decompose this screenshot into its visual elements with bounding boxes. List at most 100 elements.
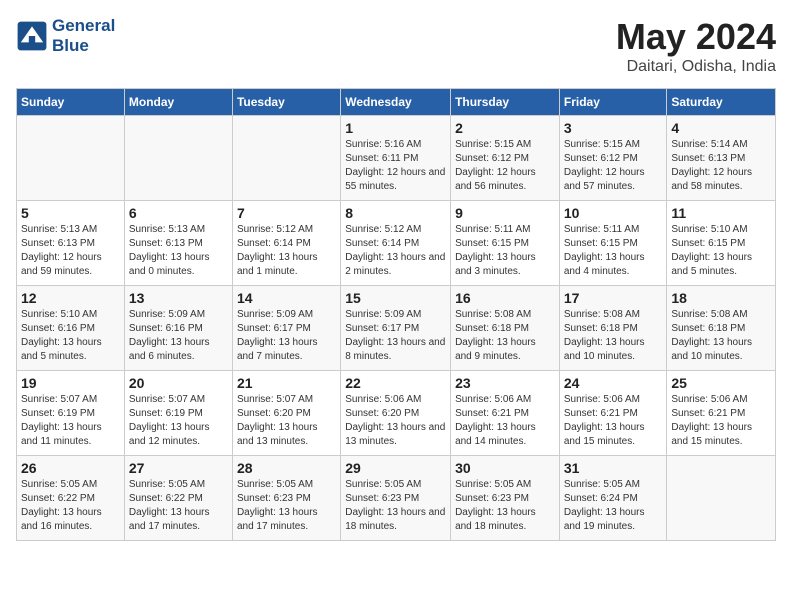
calendar-cell: 27Sunrise: 5:05 AM Sunset: 6:22 PM Dayli… (124, 456, 232, 541)
calendar-cell: 18Sunrise: 5:08 AM Sunset: 6:18 PM Dayli… (667, 286, 776, 371)
calendar-cell: 14 Sunrise: 5:09 AM Sunset: 6:17 PM Dayli… (232, 286, 340, 371)
calendar-cell: 20Sunrise: 5:07 AM Sunset: 6:19 PM Dayli… (124, 371, 232, 456)
calendar-cell: 2 Sunrise: 5:15 AM Sunset: 6:12 PM Daylig… (451, 116, 560, 201)
calendar-cell: 25 Sunrise: 5:06 AM Sunset: 6:21 PM Dayli… (667, 371, 776, 456)
calendar-cell: 9 Sunrise: 5:11 AM Sunset: 6:15 PM Daylig… (451, 201, 560, 286)
day-number: 3 (564, 120, 663, 136)
day-number: 31 (564, 460, 663, 476)
day-number: 9 (455, 205, 555, 221)
calendar-cell: 10 Sunrise: 5:11 AM Sunset: 6:15 PM Dayli… (559, 201, 667, 286)
day-info: Sunrise: 5:07 AM Sunset: 6:20 PM Dayligh… (237, 393, 336, 449)
calendar-cell: 28 Sunrise: 5:05 AM Sunset: 6:23 PM Dayli… (232, 456, 340, 541)
day-number: 25 (671, 375, 771, 391)
day-info: Sunrise: 5:06 AM Sunset: 6:21 PM Dayligh… (455, 393, 555, 449)
calendar-cell: 4 Sunrise: 5:14 AM Sunset: 6:13 PM Daylig… (667, 116, 776, 201)
calendar-cell (667, 456, 776, 541)
calendar-cell: 19Sunrise: 5:07 AM Sunset: 6:19 PM Dayli… (17, 371, 125, 456)
day-info: Sunrise: 5:12 AM Sunset: 6:14 PM Dayligh… (237, 223, 336, 279)
day-number: 10 (564, 205, 663, 221)
day-info: Sunrise: 5:11 AM Sunset: 6:15 PM Dayligh… (455, 223, 555, 279)
weekday-header: Tuesday (232, 89, 340, 116)
day-number: 28 (237, 460, 336, 476)
day-number: 15 (345, 290, 446, 306)
calendar-table: SundayMondayTuesdayWednesdayThursdayFrid… (16, 88, 776, 541)
day-info: Sunrise: 5:05 AM Sunset: 6:24 PM Dayligh… (564, 478, 663, 534)
calendar-cell: 15 Sunrise: 5:09 AM Sunset: 6:17 PM Dayli… (341, 286, 451, 371)
day-info: Sunrise: 5:11 AM Sunset: 6:15 PM Dayligh… (564, 223, 663, 279)
day-info: Sunrise: 5:05 AM Sunset: 6:22 PM Dayligh… (21, 478, 120, 534)
day-number: 7 (237, 205, 336, 221)
weekday-header: Sunday (17, 89, 125, 116)
day-number: 14 (237, 290, 336, 306)
day-number: 17 (564, 290, 663, 306)
day-number: 27 (129, 460, 228, 476)
day-info: Sunrise: 5:09 AM Sunset: 6:17 PM Dayligh… (237, 308, 336, 364)
day-info: Sunrise: 5:05 AM Sunset: 6:23 PM Dayligh… (345, 478, 446, 534)
day-info: Sunrise: 5:06 AM Sunset: 6:20 PM Dayligh… (345, 393, 446, 449)
calendar-cell: 30Sunrise: 5:05 AM Sunset: 6:23 PM Dayli… (451, 456, 560, 541)
day-number: 29 (345, 460, 446, 476)
day-info: Sunrise: 5:16 AM Sunset: 6:11 PM Dayligh… (345, 138, 446, 194)
location: Daitari, Odisha, India (616, 58, 776, 76)
calendar-cell (17, 116, 125, 201)
day-number: 30 (455, 460, 555, 476)
day-number: 12 (21, 290, 120, 306)
day-number: 23 (455, 375, 555, 391)
calendar-cell: 1 Sunrise: 5:16 AM Sunset: 6:11 PM Daylig… (341, 116, 451, 201)
day-info: Sunrise: 5:12 AM Sunset: 6:14 PM Dayligh… (345, 223, 446, 279)
logo: General Blue (16, 16, 115, 55)
day-number: 26 (21, 460, 120, 476)
calendar-cell: 31 Sunrise: 5:05 AM Sunset: 6:24 PM Dayli… (559, 456, 667, 541)
day-number: 13 (129, 290, 228, 306)
day-info: Sunrise: 5:13 AM Sunset: 6:13 PM Dayligh… (129, 223, 228, 279)
day-number: 8 (345, 205, 446, 221)
calendar-cell: 5 Sunrise: 5:13 AM Sunset: 6:13 PM Daylig… (17, 201, 125, 286)
day-info: Sunrise: 5:13 AM Sunset: 6:13 PM Dayligh… (21, 223, 120, 279)
page-header: General Blue May 2024 Daitari, Odisha, I… (16, 16, 776, 76)
calendar-cell: 8 Sunrise: 5:12 AM Sunset: 6:14 PM Daylig… (341, 201, 451, 286)
weekday-header: Monday (124, 89, 232, 116)
calendar-cell: 11 Sunrise: 5:10 AM Sunset: 6:15 PM Dayli… (667, 201, 776, 286)
day-number: 6 (129, 205, 228, 221)
day-number: 1 (345, 120, 446, 136)
calendar-header: SundayMondayTuesdayWednesdayThursdayFrid… (17, 89, 776, 116)
calendar-cell: 6 Sunrise: 5:13 AM Sunset: 6:13 PM Daylig… (124, 201, 232, 286)
day-info: Sunrise: 5:06 AM Sunset: 6:21 PM Dayligh… (671, 393, 771, 449)
day-number: 2 (455, 120, 555, 136)
day-number: 16 (455, 290, 555, 306)
title-section: May 2024 Daitari, Odisha, India (616, 16, 776, 76)
month-title: May 2024 (616, 16, 776, 58)
calendar-cell: 22 Sunrise: 5:06 AM Sunset: 6:20 PM Dayli… (341, 371, 451, 456)
calendar-cell: 12Sunrise: 5:10 AM Sunset: 6:16 PM Dayli… (17, 286, 125, 371)
day-info: Sunrise: 5:15 AM Sunset: 6:12 PM Dayligh… (564, 138, 663, 194)
calendar-cell (124, 116, 232, 201)
logo-icon (16, 20, 48, 52)
day-info: Sunrise: 5:10 AM Sunset: 6:15 PM Dayligh… (671, 223, 771, 279)
calendar-cell: 13Sunrise: 5:09 AM Sunset: 6:16 PM Dayli… (124, 286, 232, 371)
calendar-cell: 23 Sunrise: 5:06 AM Sunset: 6:21 PM Dayli… (451, 371, 560, 456)
day-number: 11 (671, 205, 771, 221)
calendar-cell: 17Sunrise: 5:08 AM Sunset: 6:18 PM Dayli… (559, 286, 667, 371)
day-info: Sunrise: 5:15 AM Sunset: 6:12 PM Dayligh… (455, 138, 555, 194)
day-info: Sunrise: 5:14 AM Sunset: 6:13 PM Dayligh… (671, 138, 771, 194)
calendar-cell: 3 Sunrise: 5:15 AM Sunset: 6:12 PM Daylig… (559, 116, 667, 201)
calendar-cell: 26 Sunrise: 5:05 AM Sunset: 6:22 PM Dayli… (17, 456, 125, 541)
day-info: Sunrise: 5:08 AM Sunset: 6:18 PM Dayligh… (455, 308, 555, 364)
day-number: 21 (237, 375, 336, 391)
day-number: 4 (671, 120, 771, 136)
day-info: Sunrise: 5:07 AM Sunset: 6:19 PM Dayligh… (21, 393, 120, 449)
weekday-header: Wednesday (341, 89, 451, 116)
day-info: Sunrise: 5:07 AM Sunset: 6:19 PM Dayligh… (129, 393, 228, 449)
day-info: Sunrise: 5:05 AM Sunset: 6:23 PM Dayligh… (237, 478, 336, 534)
day-info: Sunrise: 5:09 AM Sunset: 6:17 PM Dayligh… (345, 308, 446, 364)
logo-text: General Blue (52, 16, 115, 55)
weekday-header: Friday (559, 89, 667, 116)
day-number: 5 (21, 205, 120, 221)
day-number: 22 (345, 375, 446, 391)
day-number: 18 (671, 290, 771, 306)
calendar-cell: 7 Sunrise: 5:12 AM Sunset: 6:14 PM Daylig… (232, 201, 340, 286)
calendar-cell: 16 Sunrise: 5:08 AM Sunset: 6:18 PM Dayli… (451, 286, 560, 371)
calendar-cell: 24Sunrise: 5:06 AM Sunset: 6:21 PM Dayli… (559, 371, 667, 456)
weekday-header: Saturday (667, 89, 776, 116)
day-number: 24 (564, 375, 663, 391)
